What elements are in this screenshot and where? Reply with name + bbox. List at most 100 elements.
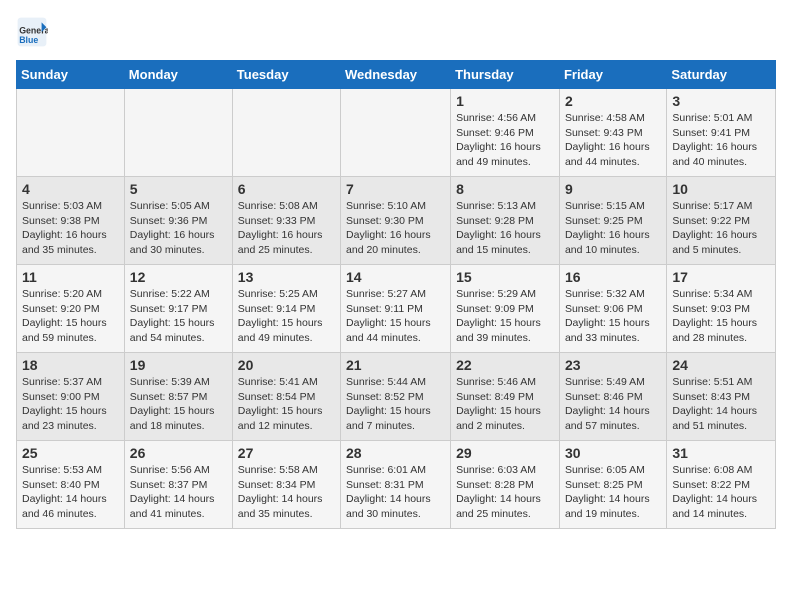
calendar-cell: 17 Sunrise: 5:34 AM Sunset: 9:03 PM Dayli… xyxy=(667,265,776,353)
day-number: 12 xyxy=(130,269,227,285)
day-number: 29 xyxy=(456,445,554,461)
day-info: Sunrise: 5:58 AM Sunset: 8:34 PM Dayligh… xyxy=(238,463,335,522)
week-row-5: 25Sunrise: 5:53 AM Sunset: 8:40 PM Dayli… xyxy=(17,441,776,529)
day-number: 26 xyxy=(130,445,227,461)
day-info: Sunrise: 5:46 AM Sunset: 8:49 PM Dayligh… xyxy=(456,375,554,434)
day-info: Sunrise: 6:05 AM Sunset: 8:25 PM Dayligh… xyxy=(565,463,661,522)
day-info: Sunrise: 5:05 AM Sunset: 9:36 PM Dayligh… xyxy=(130,199,227,258)
day-info: Sunrise: 5:03 AM Sunset: 9:38 PM Dayligh… xyxy=(22,199,119,258)
day-info: Sunrise: 5:01 AM Sunset: 9:41 PM Dayligh… xyxy=(672,111,770,170)
calendar-cell: 18 Sunrise: 5:37 AM Sunset: 9:00 PM Dayli… xyxy=(17,353,125,441)
calendar-cell: 3 Sunrise: 5:01 AM Sunset: 9:41 PM Daylig… xyxy=(667,89,776,177)
day-number: 28 xyxy=(346,445,445,461)
day-number: 8 xyxy=(456,181,554,197)
day-info: Sunrise: 5:29 AM Sunset: 9:09 PM Dayligh… xyxy=(456,287,554,346)
day-number: 20 xyxy=(238,357,335,373)
day-info: Sunrise: 4:56 AM Sunset: 9:46 PM Dayligh… xyxy=(456,111,554,170)
day-number: 6 xyxy=(238,181,335,197)
week-row-3: 11 Sunrise: 5:20 AM Sunset: 9:20 PM Dayli… xyxy=(17,265,776,353)
weekday-header-wednesday: Wednesday xyxy=(341,61,451,89)
calendar-cell: 5Sunrise: 5:05 AM Sunset: 9:36 PM Daylig… xyxy=(124,177,232,265)
day-number: 13 xyxy=(238,269,335,285)
day-number: 3 xyxy=(672,93,770,109)
day-info: Sunrise: 5:10 AM Sunset: 9:30 PM Dayligh… xyxy=(346,199,445,258)
weekday-header-monday: Monday xyxy=(124,61,232,89)
day-number: 31 xyxy=(672,445,770,461)
day-number: 21 xyxy=(346,357,445,373)
svg-text:Blue: Blue xyxy=(19,35,38,45)
calendar-cell xyxy=(341,89,451,177)
calendar-cell: 7 Sunrise: 5:10 AM Sunset: 9:30 PM Daylig… xyxy=(341,177,451,265)
calendar-cell: 10 Sunrise: 5:17 AM Sunset: 9:22 PM Dayli… xyxy=(667,177,776,265)
calendar-cell: 26 Sunrise: 5:56 AM Sunset: 8:37 PM Dayli… xyxy=(124,441,232,529)
calendar-cell: 6Sunrise: 5:08 AM Sunset: 9:33 PM Daylig… xyxy=(232,177,340,265)
calendar-cell xyxy=(232,89,340,177)
day-number: 2 xyxy=(565,93,661,109)
day-info: Sunrise: 6:08 AM Sunset: 8:22 PM Dayligh… xyxy=(672,463,770,522)
header: General Blue xyxy=(16,16,776,48)
day-info: Sunrise: 5:22 AM Sunset: 9:17 PM Dayligh… xyxy=(130,287,227,346)
day-number: 14 xyxy=(346,269,445,285)
weekday-row: SundayMondayTuesdayWednesdayThursdayFrid… xyxy=(17,61,776,89)
day-info: Sunrise: 4:58 AM Sunset: 9:43 PM Dayligh… xyxy=(565,111,661,170)
day-info: Sunrise: 5:17 AM Sunset: 9:22 PM Dayligh… xyxy=(672,199,770,258)
calendar-cell: 25Sunrise: 5:53 AM Sunset: 8:40 PM Dayli… xyxy=(17,441,125,529)
day-number: 10 xyxy=(672,181,770,197)
day-number: 18 xyxy=(22,357,119,373)
day-number: 19 xyxy=(130,357,227,373)
day-info: Sunrise: 6:01 AM Sunset: 8:31 PM Dayligh… xyxy=(346,463,445,522)
day-number: 17 xyxy=(672,269,770,285)
day-info: Sunrise: 5:44 AM Sunset: 8:52 PM Dayligh… xyxy=(346,375,445,434)
day-number: 11 xyxy=(22,269,119,285)
weekday-header-saturday: Saturday xyxy=(667,61,776,89)
logo-icon: General Blue xyxy=(16,16,48,48)
calendar-cell xyxy=(17,89,125,177)
day-number: 22 xyxy=(456,357,554,373)
day-number: 24 xyxy=(672,357,770,373)
calendar-cell: 15 Sunrise: 5:29 AM Sunset: 9:09 PM Dayli… xyxy=(451,265,560,353)
calendar-cell: 23Sunrise: 5:49 AM Sunset: 8:46 PM Dayli… xyxy=(559,353,666,441)
day-number: 30 xyxy=(565,445,661,461)
calendar-cell: 11 Sunrise: 5:20 AM Sunset: 9:20 PM Dayli… xyxy=(17,265,125,353)
day-info: Sunrise: 5:27 AM Sunset: 9:11 PM Dayligh… xyxy=(346,287,445,346)
day-info: Sunrise: 5:56 AM Sunset: 8:37 PM Dayligh… xyxy=(130,463,227,522)
day-number: 27 xyxy=(238,445,335,461)
day-info: Sunrise: 5:39 AM Sunset: 8:57 PM Dayligh… xyxy=(130,375,227,434)
calendar-cell: 16Sunrise: 5:32 AM Sunset: 9:06 PM Dayli… xyxy=(559,265,666,353)
day-info: Sunrise: 5:51 AM Sunset: 8:43 PM Dayligh… xyxy=(672,375,770,434)
day-info: Sunrise: 5:37 AM Sunset: 9:00 PM Dayligh… xyxy=(22,375,119,434)
calendar-body: 1 Sunrise: 4:56 AM Sunset: 9:46 PM Daylig… xyxy=(17,89,776,529)
calendar-table: SundayMondayTuesdayWednesdayThursdayFrid… xyxy=(16,60,776,529)
day-number: 1 xyxy=(456,93,554,109)
week-row-1: 1 Sunrise: 4:56 AM Sunset: 9:46 PM Daylig… xyxy=(17,89,776,177)
calendar-cell: 9 Sunrise: 5:15 AM Sunset: 9:25 PM Daylig… xyxy=(559,177,666,265)
calendar-cell xyxy=(124,89,232,177)
calendar-cell: 21 Sunrise: 5:44 AM Sunset: 8:52 PM Dayli… xyxy=(341,353,451,441)
weekday-header-friday: Friday xyxy=(559,61,666,89)
calendar-cell: 22 Sunrise: 5:46 AM Sunset: 8:49 PM Dayli… xyxy=(451,353,560,441)
calendar-cell: 19 Sunrise: 5:39 AM Sunset: 8:57 PM Dayli… xyxy=(124,353,232,441)
calendar-header: SundayMondayTuesdayWednesdayThursdayFrid… xyxy=(17,61,776,89)
calendar-cell: 30 Sunrise: 6:05 AM Sunset: 8:25 PM Dayli… xyxy=(559,441,666,529)
day-number: 7 xyxy=(346,181,445,197)
day-info: Sunrise: 5:13 AM Sunset: 9:28 PM Dayligh… xyxy=(456,199,554,258)
calendar-cell: 14 Sunrise: 5:27 AM Sunset: 9:11 PM Dayli… xyxy=(341,265,451,353)
day-number: 25 xyxy=(22,445,119,461)
weekday-header-tuesday: Tuesday xyxy=(232,61,340,89)
day-info: Sunrise: 5:25 AM Sunset: 9:14 PM Dayligh… xyxy=(238,287,335,346)
weekday-header-thursday: Thursday xyxy=(451,61,560,89)
calendar-cell: 24 Sunrise: 5:51 AM Sunset: 8:43 PM Dayli… xyxy=(667,353,776,441)
weekday-header-sunday: Sunday xyxy=(17,61,125,89)
day-info: Sunrise: 5:49 AM Sunset: 8:46 PM Dayligh… xyxy=(565,375,661,434)
day-info: Sunrise: 5:20 AM Sunset: 9:20 PM Dayligh… xyxy=(22,287,119,346)
calendar-cell: 31 Sunrise: 6:08 AM Sunset: 8:22 PM Dayli… xyxy=(667,441,776,529)
day-number: 9 xyxy=(565,181,661,197)
day-number: 15 xyxy=(456,269,554,285)
week-row-2: 4Sunrise: 5:03 AM Sunset: 9:38 PM Daylig… xyxy=(17,177,776,265)
day-info: Sunrise: 5:34 AM Sunset: 9:03 PM Dayligh… xyxy=(672,287,770,346)
week-row-4: 18 Sunrise: 5:37 AM Sunset: 9:00 PM Dayli… xyxy=(17,353,776,441)
calendar-cell: 4Sunrise: 5:03 AM Sunset: 9:38 PM Daylig… xyxy=(17,177,125,265)
day-info: Sunrise: 5:15 AM Sunset: 9:25 PM Dayligh… xyxy=(565,199,661,258)
day-number: 16 xyxy=(565,269,661,285)
calendar-cell: 8 Sunrise: 5:13 AM Sunset: 9:28 PM Daylig… xyxy=(451,177,560,265)
